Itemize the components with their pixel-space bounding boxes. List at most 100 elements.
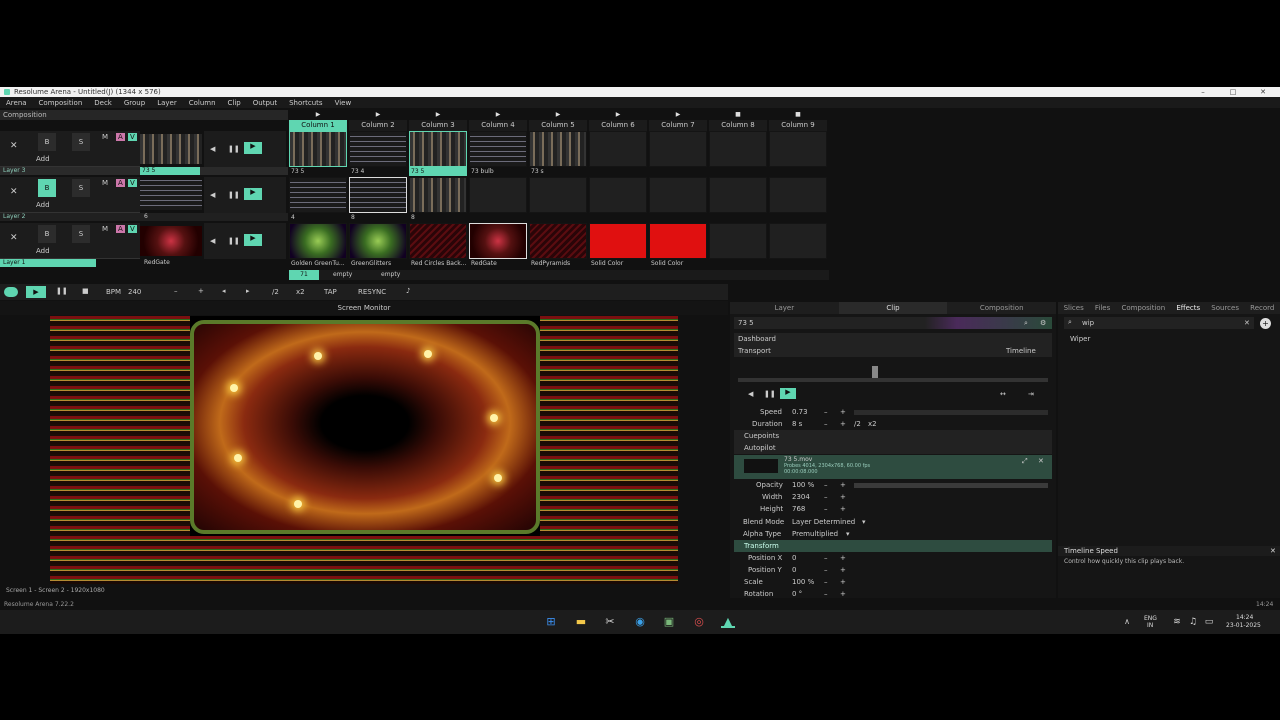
clip-l2-c5[interactable] <box>529 177 587 213</box>
posx-plus-button[interactable]: + <box>840 552 846 564</box>
posx-value[interactable]: 0 <box>792 552 796 564</box>
height-value[interactable]: 768 <box>792 503 805 515</box>
rotation-minus-button[interactable]: – <box>824 588 828 600</box>
clip-l2-c4[interactable] <box>469 177 527 213</box>
clip-l2-c1[interactable] <box>289 177 347 213</box>
deck-item-1[interactable]: 71 <box>289 270 319 280</box>
column-header-4[interactable]: Column 4 <box>469 120 527 131</box>
menu-clip[interactable]: Clip <box>228 99 241 107</box>
alpha-chevron-icon[interactable]: ▾ <box>846 528 850 540</box>
bpm-plus-button[interactable]: + <box>198 287 204 295</box>
tray-language[interactable]: ENG <box>1144 615 1157 622</box>
file-explorer-icon[interactable]: ▬ <box>574 616 588 628</box>
layer-2-clear-icon[interactable]: ✕ <box>10 187 18 197</box>
tab-record[interactable]: Record <box>1250 302 1274 314</box>
rotation-plus-button[interactable]: + <box>840 588 846 600</box>
clip-l2-c6[interactable] <box>589 177 647 213</box>
timeline-handle-icon[interactable] <box>872 366 878 378</box>
column-5-trigger-icon[interactable]: ▶ <box>529 111 587 119</box>
column-1-trigger-icon[interactable]: ▶ <box>289 111 347 119</box>
clip-l1-c3[interactable] <box>409 223 467 259</box>
tab-clip[interactable]: Clip <box>838 302 948 314</box>
clip-l2-c8[interactable] <box>709 177 767 213</box>
resolume-taskbar-icon[interactable]: ▲ <box>721 616 735 628</box>
deck-item-3[interactable]: empty <box>381 270 400 280</box>
posy-value[interactable]: 0 <box>792 564 796 576</box>
layer-1-a-button[interactable]: A <box>116 225 125 233</box>
column-9-trigger-icon[interactable]: ■ <box>769 111 827 119</box>
clip-l2-c9[interactable] <box>769 177 827 213</box>
column-2-trigger-icon[interactable]: ▶ <box>349 111 407 119</box>
maximize-icon[interactable]: □ <box>1218 87 1248 97</box>
layer-2-add-button[interactable]: Add <box>36 201 50 209</box>
width-plus-button[interactable]: + <box>840 491 846 503</box>
clip-l3-c3[interactable] <box>409 131 467 167</box>
blend-dropdown[interactable]: Layer Determined <box>792 516 855 528</box>
menu-group[interactable]: Group <box>124 99 145 107</box>
clip-l3-c8[interactable] <box>709 131 767 167</box>
column-header-8[interactable]: Column 8 <box>709 120 767 131</box>
taskbar-time[interactable]: 14:24 <box>1236 614 1253 621</box>
clip-l3-c6[interactable] <box>589 131 647 167</box>
column-3-trigger-icon[interactable]: ▶ <box>409 111 467 119</box>
tray-chevron-icon[interactable]: ∧ <box>1120 616 1134 628</box>
layer-1-name[interactable]: Layer 1 <box>0 259 96 267</box>
battery-icon[interactable]: ▭ <box>1202 616 1216 628</box>
posy-minus-button[interactable]: – <box>824 564 828 576</box>
global-stop-icon[interactable]: ■ <box>82 287 89 295</box>
layer-2-prev-icon[interactable]: ◀ <box>210 191 215 199</box>
menu-layer[interactable]: Layer <box>157 99 177 107</box>
opacity-slider[interactable] <box>854 483 1048 488</box>
layer-1-solo-button[interactable]: S <box>72 225 90 243</box>
clip-search-icon[interactable]: ⌕ <box>1024 317 1028 329</box>
alpha-dropdown[interactable]: Premultiplied <box>792 528 838 540</box>
bpm-half-button[interactable]: /2 <box>272 288 279 296</box>
menu-view[interactable]: View <box>335 99 352 107</box>
clip-l1-c7[interactable] <box>649 223 707 259</box>
column-6-trigger-icon[interactable]: ▶ <box>589 111 647 119</box>
effect-result-wiper[interactable]: Wiper <box>1070 335 1090 343</box>
layer-1-clear-icon[interactable]: ✕ <box>10 233 18 243</box>
nudge-forward-icon[interactable]: ▸ <box>246 287 250 295</box>
layer-2-v-button[interactable]: V <box>128 179 137 187</box>
metronome-icon[interactable]: ♪ <box>406 287 410 295</box>
layer-1-add-button[interactable]: Add <box>36 247 50 255</box>
column-header-5[interactable]: Column 5 <box>529 120 587 131</box>
clip-l3-c7[interactable] <box>649 131 707 167</box>
opacity-plus-button[interactable]: + <box>840 479 846 491</box>
column-header-3[interactable]: Column 3 <box>409 120 467 131</box>
column-7-trigger-icon[interactable]: ▶ <box>649 111 707 119</box>
file-expand-icon[interactable]: ⤢ <box>1022 457 1028 466</box>
wifi-icon[interactable]: ≋ <box>1170 616 1184 628</box>
scale-minus-button[interactable]: – <box>824 576 828 588</box>
layer-1-prev-icon[interactable]: ◀ <box>210 237 215 245</box>
sync-toggle-icon[interactable] <box>4 287 18 297</box>
menu-composition[interactable]: Composition <box>39 99 83 107</box>
rotation-value[interactable]: 0 ° <box>792 588 802 600</box>
layer-1-pause-icon[interactable]: ❚❚ <box>228 237 240 245</box>
duration-half-button[interactable]: /2 <box>854 418 861 430</box>
speed-plus-button[interactable]: + <box>840 406 846 418</box>
layer-3-mask-button[interactable]: M <box>102 133 108 141</box>
tab-composition[interactable]: Composition <box>947 302 1056 314</box>
nudge-back-icon[interactable]: ◂ <box>222 287 226 295</box>
layer-2-pause-icon[interactable]: ❚❚ <box>228 191 240 199</box>
deck-item-2[interactable]: empty <box>333 270 352 280</box>
loop-mode-icon[interactable]: ↔ <box>1000 390 1006 398</box>
layer-1-mask-button[interactable]: M <box>102 225 108 233</box>
column-8-trigger-icon[interactable]: ■ <box>709 111 767 119</box>
clip-play-icon[interactable]: ▶ <box>780 388 796 399</box>
opacity-value[interactable]: 100 % <box>792 479 814 491</box>
scale-plus-button[interactable]: + <box>840 576 846 588</box>
menu-shortcuts[interactable]: Shortcuts <box>289 99 322 107</box>
scale-value[interactable]: 100 % <box>792 576 814 588</box>
duration-value[interactable]: 8 s <box>792 418 802 430</box>
clip-pause-icon[interactable]: ❚❚ <box>764 390 776 398</box>
minimize-icon[interactable]: – <box>1188 87 1218 97</box>
clip-l1-c6[interactable] <box>589 223 647 259</box>
layer-3-prev-icon[interactable]: ◀ <box>210 145 215 153</box>
layer-2-bypass-button[interactable]: B <box>38 179 56 197</box>
tab-browser-composition[interactable]: Composition <box>1121 302 1165 314</box>
layer-3-clear-icon[interactable]: ✕ <box>10 141 18 151</box>
clip-l1-c1[interactable] <box>289 223 347 259</box>
